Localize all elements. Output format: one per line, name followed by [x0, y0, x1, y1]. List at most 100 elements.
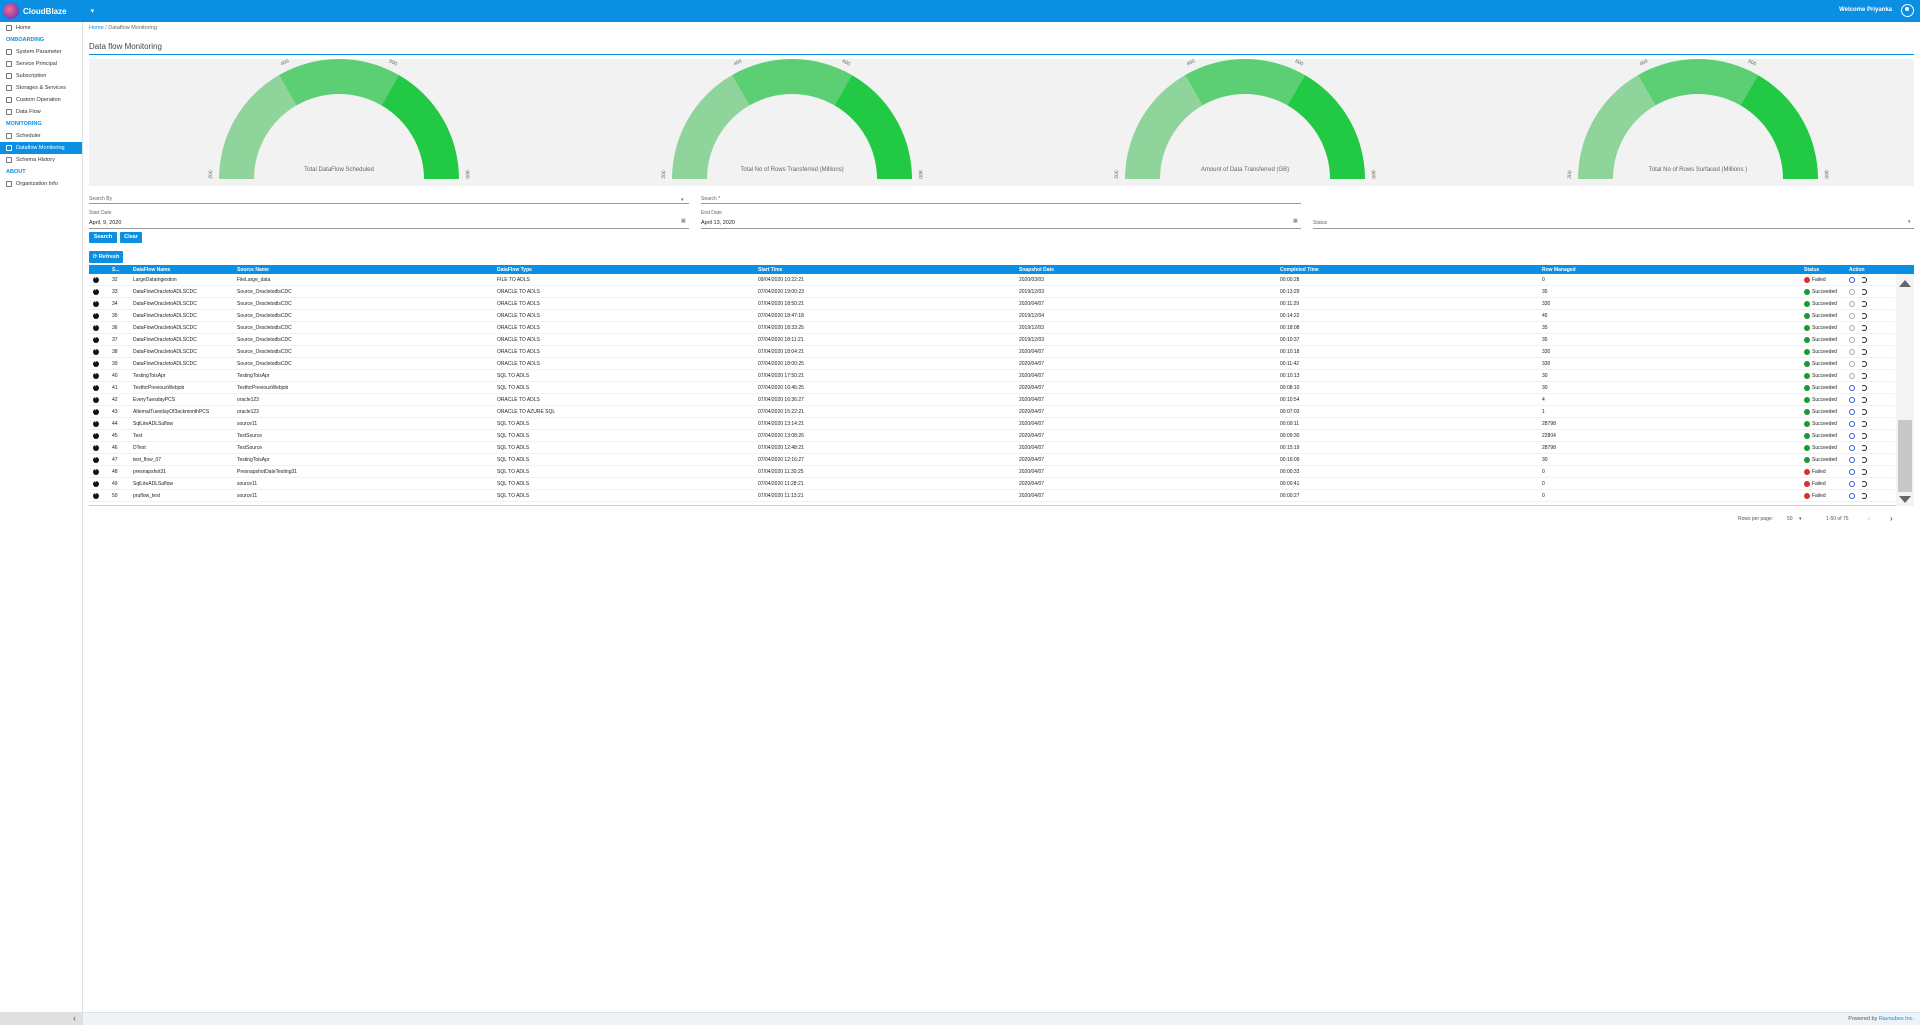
table-row[interactable]: 44 SqlLiteADLSuflow source11 SQL TO ADLS 07/… [89, 418, 1894, 430]
view-details-icon[interactable] [1849, 349, 1855, 355]
rerun-icon[interactable] [1861, 481, 1867, 487]
rerun-icon[interactable] [1861, 421, 1867, 427]
column-header[interactable]: Row Managed [1542, 267, 1576, 273]
expand-row-icon[interactable] [93, 491, 99, 499]
search-by-select[interactable] [89, 203, 689, 204]
view-details-icon[interactable] [1849, 445, 1855, 451]
scroll-down-icon[interactable] [1899, 496, 1911, 503]
view-details-icon[interactable] [1849, 433, 1855, 439]
table-row[interactable]: 40 TestingToisApr TestingToisApr SQL TO ADL… [89, 370, 1894, 382]
table-row[interactable]: 38 DataFlowOracletoADLSCDC Source_Oracleto… [89, 346, 1894, 358]
sidebar-collapse-button[interactable]: ‹ [0, 1012, 83, 1025]
status-select[interactable]: Status [1313, 220, 1327, 226]
previous-page-button[interactable]: ‹ [1868, 514, 1871, 523]
expand-row-icon[interactable] [93, 347, 99, 355]
expand-row-icon[interactable] [93, 311, 99, 319]
search-input[interactable] [701, 203, 1301, 204]
column-header[interactable]: S... [112, 267, 120, 273]
expand-row-icon[interactable] [93, 455, 99, 463]
rerun-icon[interactable] [1861, 313, 1867, 319]
view-details-icon[interactable] [1849, 409, 1855, 415]
user-circle-icon[interactable] [1901, 4, 1914, 17]
search-button[interactable]: Search [89, 232, 117, 243]
table-row[interactable]: 35 DataFlowOracletoADLSCDC Source_Oracleto… [89, 310, 1894, 322]
sidebar-item-dataflow-monitoring[interactable]: Dataflow Monitoring [0, 142, 82, 154]
expand-row-icon[interactable] [93, 419, 99, 427]
calendar-icon[interactable]: ▦ [681, 218, 686, 224]
sidebar-item-system-parameter[interactable]: System Parameter [0, 46, 82, 58]
table-row[interactable]: 39 DataFlowOracletoADLSCDC Source_Oracleto… [89, 358, 1894, 370]
sidebar-item-home[interactable]: Home [0, 22, 82, 34]
expand-row-icon[interactable] [93, 335, 99, 343]
rerun-icon[interactable] [1861, 493, 1867, 499]
table-row[interactable]: 42 EveryTuesdayPCS oracle123 ORACLE TO ADLS… [89, 394, 1894, 406]
view-details-icon[interactable] [1849, 469, 1855, 475]
table-row[interactable]: 47 test_flow_07 TestingToisApr SQL TO ADLS 0… [89, 454, 1894, 466]
table-row[interactable]: 50 pruflow_test source11 SQL TO ADLS 07/04/2… [89, 490, 1894, 502]
table-row[interactable]: 45 Test TestSource SQL TO ADLS 07/04/2020 13… [89, 430, 1894, 442]
next-page-button[interactable]: › [1890, 514, 1893, 523]
view-details-icon[interactable] [1849, 421, 1855, 427]
expand-row-icon[interactable] [93, 275, 99, 283]
end-date-input[interactable]: April 13, 2020 [701, 220, 735, 226]
table-row[interactable]: 41 TestforPreviousWebjob TestforPreviousWe… [89, 382, 1894, 394]
expand-row-icon[interactable] [93, 383, 99, 391]
column-header[interactable]: Start Time [758, 267, 782, 273]
sidebar-item-subscription[interactable]: Subscription [0, 70, 82, 82]
rerun-icon[interactable] [1861, 361, 1867, 367]
view-details-icon[interactable] [1849, 337, 1855, 343]
rerun-icon[interactable] [1861, 277, 1867, 283]
table-row[interactable]: 49 SqlLiteADLSuflow source11 SQL TO ADLS 07/… [89, 478, 1894, 490]
rerun-icon[interactable] [1861, 445, 1867, 451]
expand-row-icon[interactable] [93, 287, 99, 295]
view-details-icon[interactable] [1849, 385, 1855, 391]
scroll-thumb[interactable] [1898, 420, 1912, 492]
expand-row-icon[interactable] [93, 395, 99, 403]
table-row[interactable]: 43 AlternatTuesdayOf3ackmonthPCS oracle123… [89, 406, 1894, 418]
expand-row-icon[interactable] [93, 431, 99, 439]
expand-row-icon[interactable] [93, 359, 99, 367]
rerun-icon[interactable] [1861, 373, 1867, 379]
view-details-icon[interactable] [1849, 481, 1855, 487]
rerun-icon[interactable] [1861, 433, 1867, 439]
table-row[interactable]: 36 DataFlowOracletoADLSCDC Source_Oracleto… [89, 322, 1894, 334]
sidebar-item-organization-info[interactable]: Organization Info [0, 178, 82, 190]
column-header[interactable]: DataFlow Type [497, 267, 532, 273]
calendar-icon[interactable]: ▦ [1293, 218, 1298, 224]
expand-row-icon[interactable] [93, 479, 99, 487]
brand[interactable]: CloudBlaze ▾ [3, 3, 94, 19]
expand-row-icon[interactable] [93, 371, 99, 379]
column-header[interactable]: Source Name [237, 267, 269, 273]
column-header[interactable]: Status [1804, 267, 1819, 273]
column-header[interactable]: Snapshot Date [1019, 267, 1054, 273]
expand-row-icon[interactable] [93, 443, 99, 451]
refresh-button[interactable]: ⟳ Refresh [89, 251, 123, 263]
rerun-icon[interactable] [1861, 349, 1867, 355]
view-details-icon[interactable] [1849, 457, 1855, 463]
sidebar-item-storages-services[interactable]: Storages & Services [0, 82, 82, 94]
rerun-icon[interactable] [1861, 337, 1867, 343]
chevron-down-icon[interactable]: ▾ [91, 7, 95, 15]
view-details-icon[interactable] [1849, 313, 1855, 319]
table-row[interactable]: 32 LargeDataIngestion FileLarge_data FILE T… [89, 274, 1894, 286]
rerun-icon[interactable] [1861, 409, 1867, 415]
view-details-icon[interactable] [1849, 301, 1855, 307]
sidebar-item-scheduler[interactable]: Scheduler [0, 130, 82, 142]
sidebar-item-schema-history[interactable]: Schema History [0, 154, 82, 166]
search-by-dropdown-icon[interactable]: ▾ [681, 197, 684, 203]
view-details-icon[interactable] [1849, 277, 1855, 283]
clear-button[interactable]: Clear [120, 232, 142, 243]
column-header[interactable]: DataFlow Name [133, 267, 170, 273]
view-details-icon[interactable] [1849, 373, 1855, 379]
view-details-icon[interactable] [1849, 493, 1855, 499]
sidebar-item-data-flow[interactable]: Data Flow [0, 106, 82, 118]
table-row[interactable]: 46 DTest TestSource SQL TO ADLS 07/04/2020 1… [89, 442, 1894, 454]
table-row[interactable]: 37 DataFlowOracletoADLSCDC Source_Oracleto… [89, 334, 1894, 346]
view-details-icon[interactable] [1849, 397, 1855, 403]
company-link[interactable]: Ravoubes Inc. [1879, 1016, 1914, 1022]
sidebar-item-custom-operation[interactable]: Custom Operation [0, 94, 82, 106]
view-details-icon[interactable] [1849, 325, 1855, 331]
scroll-up-icon[interactable] [1899, 280, 1911, 287]
rerun-icon[interactable] [1861, 457, 1867, 463]
rerun-icon[interactable] [1861, 385, 1867, 391]
